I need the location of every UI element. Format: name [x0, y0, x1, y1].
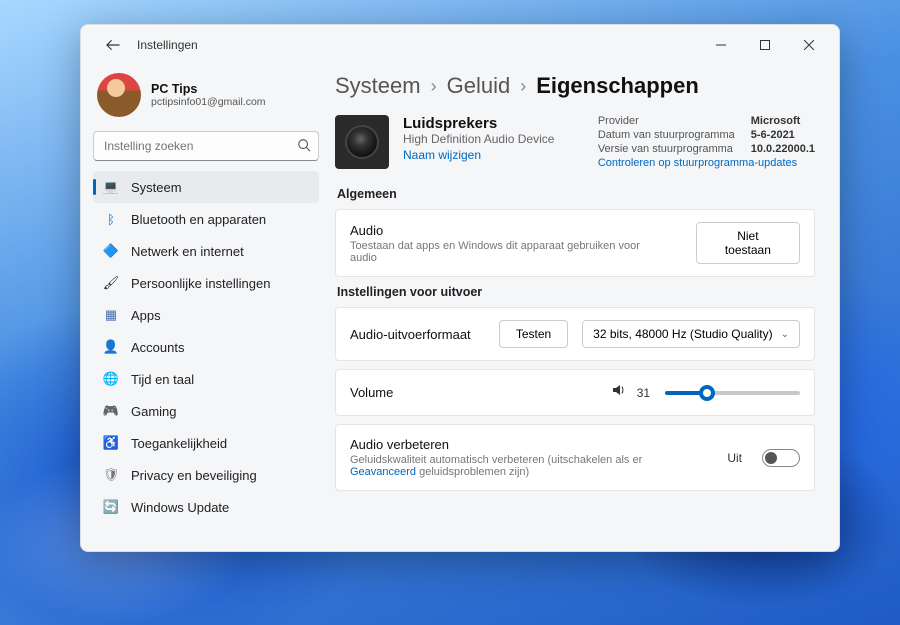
- volume-title: Volume: [350, 385, 393, 400]
- chevron-right-icon: ›: [520, 76, 526, 97]
- close-button[interactable]: [787, 29, 831, 61]
- toggle-state: Uit: [727, 451, 742, 465]
- enhance-title: Audio verbeteren: [350, 437, 650, 452]
- arrow-left-icon: [106, 38, 120, 52]
- sidebar: PC Tips pctipsinfo01@gmail.com 💻Systeem …: [81, 65, 331, 551]
- chevron-down-icon: ⌄: [781, 329, 789, 340]
- breadcrumb: Systeem › Geluid › Eigenschappen: [335, 73, 815, 99]
- system-icon: 💻: [103, 179, 119, 195]
- nav-list: 💻Systeem ᛒBluetooth en apparaten 🔷Netwer…: [93, 171, 319, 523]
- nav-update[interactable]: 🔄Windows Update: [93, 491, 319, 523]
- crumb-eigenschappen: Eigenschappen: [536, 73, 699, 99]
- chevron-right-icon: ›: [431, 76, 437, 97]
- time-icon: 🌐: [103, 371, 119, 387]
- audio-sub: Toestaan dat apps en Windows dit apparaa…: [350, 240, 668, 264]
- format-title: Audio-uitvoerformaat: [350, 327, 471, 342]
- brush-icon: 🖌: [103, 275, 119, 291]
- nav-accounts[interactable]: 👤Accounts: [93, 331, 319, 363]
- enhance-toggle[interactable]: [762, 449, 800, 467]
- nav-apps[interactable]: ▦Apps: [93, 299, 319, 331]
- enhance-sub: Geluidskwaliteit automatisch verbeteren …: [350, 454, 650, 478]
- profile-name: PC Tips: [151, 82, 266, 96]
- volume-slider[interactable]: [665, 391, 800, 395]
- nav-accessibility[interactable]: ♿Toegankelijkheid: [93, 427, 319, 459]
- crumb-geluid[interactable]: Geluid: [447, 73, 511, 99]
- nav-network[interactable]: 🔷Netwerk en internet: [93, 235, 319, 267]
- nav-bluetooth[interactable]: ᛒBluetooth en apparaten: [93, 203, 319, 235]
- profile[interactable]: PC Tips pctipsinfo01@gmail.com: [93, 65, 319, 131]
- search-input[interactable]: [93, 131, 319, 161]
- nav-time[interactable]: 🌐Tijd en taal: [93, 363, 319, 395]
- format-card: Audio-uitvoerformaat Testen 32 bits, 480…: [335, 307, 815, 361]
- titlebar: Instellingen: [81, 25, 839, 65]
- nav-privacy[interactable]: 🛡Privacy en beveiliging: [93, 459, 319, 491]
- crumb-systeem[interactable]: Systeem: [335, 73, 421, 99]
- audio-allow-card: Audio Toestaan dat apps en Windows dit a…: [335, 209, 815, 277]
- maximize-icon: [760, 40, 770, 50]
- nav-personalization[interactable]: 🖌Persoonlijke instellingen: [93, 267, 319, 299]
- search-box: [93, 131, 319, 161]
- apps-icon: ▦: [103, 307, 119, 323]
- minimize-button[interactable]: [699, 29, 743, 61]
- bluetooth-icon: ᛒ: [103, 212, 119, 227]
- section-general: Algemeen: [337, 187, 815, 201]
- accessibility-icon: ♿: [103, 435, 119, 451]
- nav-systeem[interactable]: 💻Systeem: [93, 171, 319, 203]
- privacy-icon: 🛡: [103, 467, 119, 483]
- search-icon: [297, 138, 311, 157]
- format-select[interactable]: 32 bits, 48000 Hz (Studio Quality) ⌄: [582, 320, 800, 348]
- advanced-link[interactable]: Geavanceerd: [350, 466, 416, 478]
- enhance-card: Audio verbeteren Geluidskwaliteit automa…: [335, 424, 815, 491]
- window-controls: [699, 29, 831, 61]
- gaming-icon: 🎮: [103, 403, 119, 419]
- avatar: [97, 73, 141, 117]
- volume-card: Volume 31: [335, 369, 815, 416]
- format-selected: 32 bits, 48000 Hz (Studio Quality): [593, 327, 772, 341]
- network-icon: 🔷: [103, 243, 119, 259]
- window-title: Instellingen: [137, 38, 198, 52]
- speaker-device-icon: [335, 115, 389, 169]
- volume-value: 31: [637, 386, 655, 400]
- rename-link[interactable]: Naam wijzigen: [403, 148, 554, 162]
- nav-gaming[interactable]: 🎮Gaming: [93, 395, 319, 427]
- content: Systeem › Geluid › Eigenschappen Luidspr…: [331, 65, 839, 551]
- device-subtitle: High Definition Audio Device: [403, 132, 554, 146]
- close-icon: [804, 40, 814, 50]
- update-icon: 🔄: [103, 499, 119, 515]
- device-name: Luidsprekers: [403, 115, 554, 132]
- device-meta: ProviderMicrosoft Datum van stuurprogram…: [598, 115, 815, 169]
- section-output: Instellingen voor uitvoer: [337, 285, 815, 299]
- back-button[interactable]: [97, 29, 129, 61]
- check-driver-updates-link[interactable]: Controleren op stuurprogramma-updates: [598, 157, 815, 169]
- profile-email: pctipsinfo01@gmail.com: [151, 96, 266, 108]
- device-header: Luidsprekers High Definition Audio Devic…: [335, 115, 815, 169]
- maximize-button[interactable]: [743, 29, 787, 61]
- test-button[interactable]: Testen: [499, 320, 568, 348]
- volume-icon[interactable]: [611, 382, 627, 403]
- settings-window: Instellingen PC Tips pctipsinfo01@gmail.…: [80, 24, 840, 552]
- accounts-icon: 👤: [103, 339, 119, 355]
- minimize-icon: [716, 40, 726, 50]
- audio-title: Audio: [350, 223, 668, 238]
- disallow-button[interactable]: Niet toestaan: [696, 222, 800, 264]
